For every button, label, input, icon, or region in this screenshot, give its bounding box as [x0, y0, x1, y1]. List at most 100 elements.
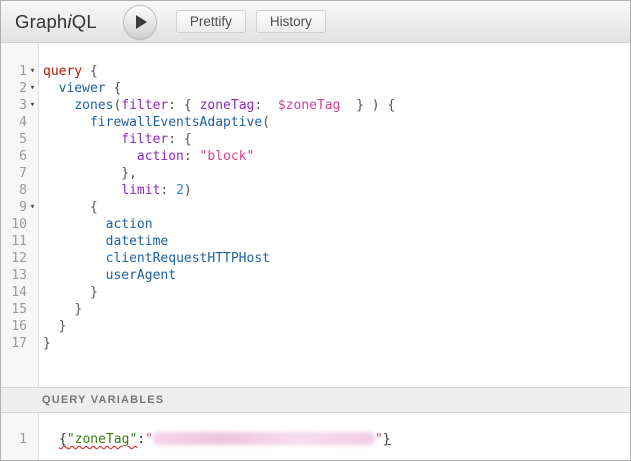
code-token: viewer — [59, 81, 106, 96]
line-number: 8 — [1, 182, 27, 199]
line-number: 6 — [1, 148, 27, 165]
code-text: action — [38, 216, 630, 233]
code-token: " — [145, 432, 153, 447]
code-line[interactable]: 3▾ zones(filter: { zoneTag: $zoneTag } )… — [1, 97, 630, 114]
fold-gutter — [27, 250, 38, 267]
code-token: } — [43, 336, 51, 351]
fold-gutter — [27, 165, 38, 182]
line-number: 3 — [1, 97, 27, 114]
code-token — [192, 149, 200, 164]
line-number: 9 — [1, 199, 27, 216]
prettify-button[interactable]: Prettify — [176, 10, 246, 33]
code-line[interactable]: 14 } — [1, 284, 630, 301]
history-button[interactable]: History — [256, 10, 326, 33]
code-token: : — [254, 98, 262, 113]
code-text: clientRequestHTTPHost — [38, 250, 630, 267]
variables-editor[interactable]: 1{"zoneTag":""} — [1, 413, 630, 460]
code-token — [340, 98, 356, 113]
code-token — [43, 251, 106, 266]
code-token: } — [90, 285, 98, 300]
code-line[interactable]: 9▾ { — [1, 199, 630, 216]
fold-gutter — [27, 114, 38, 131]
code-token: } — [356, 98, 364, 113]
code-line[interactable]: 17} — [1, 335, 630, 352]
code-token: limit — [121, 183, 160, 198]
code-text: viewer { — [38, 80, 630, 97]
code-line[interactable]: 15 } — [1, 301, 630, 318]
code-token: ) — [372, 98, 380, 113]
fold-arrow-icon[interactable]: ▾ — [27, 199, 38, 216]
code-line[interactable]: 7 }, — [1, 165, 630, 182]
code-token: } — [59, 319, 67, 334]
line-number: 4 — [1, 114, 27, 131]
code-text: }, — [38, 165, 630, 182]
code-token — [176, 132, 184, 147]
code-token — [43, 149, 137, 164]
code-token: { — [113, 81, 121, 96]
fold-gutter — [27, 216, 38, 233]
code-text: limit: 2) — [38, 182, 630, 199]
code-token: $zoneTag — [278, 98, 341, 113]
code-token: filter — [121, 132, 168, 147]
code-token: ) — [184, 183, 192, 198]
line-number: 13 — [1, 267, 27, 284]
code-token: userAgent — [106, 268, 176, 283]
execute-query-button[interactable] — [123, 5, 157, 39]
fold-gutter — [27, 301, 38, 318]
code-token: }, — [121, 166, 137, 181]
code-token: "block" — [200, 149, 255, 164]
code-token: zoneTag — [200, 98, 255, 113]
fold-arrow-icon[interactable]: ▾ — [27, 80, 38, 97]
code-text: action: "block" — [38, 148, 630, 165]
code-text: } — [38, 284, 630, 301]
play-icon — [136, 15, 147, 29]
code-line[interactable]: 1▾query { — [1, 63, 630, 80]
code-line[interactable]: 5 filter: { — [1, 131, 630, 148]
fold-gutter — [27, 267, 38, 284]
code-line[interactable]: 8 limit: 2) — [1, 182, 630, 199]
code-text: zones(filter: { zoneTag: $zoneTag } ) { — [38, 97, 630, 114]
line-number: 15 — [1, 301, 27, 318]
code-line[interactable]: 4 firewallEventsAdaptive( — [1, 114, 630, 131]
line-number: 2 — [1, 80, 27, 97]
code-text: datetime — [38, 233, 630, 250]
code-token: { — [90, 64, 98, 79]
variables-title-bar[interactable]: QUERY VARIABLES — [1, 387, 630, 413]
code-line[interactable]: 6 action: "block" — [1, 148, 630, 165]
code-token: { — [184, 98, 192, 113]
logo-text-post: QL — [72, 11, 97, 32]
code-text: } — [38, 318, 630, 335]
code-token — [43, 217, 106, 232]
code-token: firewallEventsAdaptive — [90, 115, 262, 130]
code-token — [43, 302, 74, 317]
code-token: : — [184, 149, 192, 164]
code-text: } — [38, 301, 630, 318]
redacted-value — [153, 432, 375, 445]
code-token: ( — [262, 115, 270, 130]
code-token — [43, 132, 121, 147]
code-token — [168, 183, 176, 198]
code-line[interactable]: 11 datetime — [1, 233, 630, 250]
fold-gutter — [27, 131, 38, 148]
code-line[interactable]: 13 userAgent — [1, 267, 630, 284]
line-number: 1 — [1, 431, 27, 448]
code-line[interactable]: 2▾ viewer { — [1, 80, 630, 97]
fold-gutter — [27, 233, 38, 250]
line-number: 14 — [1, 284, 27, 301]
code-line[interactable]: 12 clientRequestHTTPHost — [1, 250, 630, 267]
code-line[interactable]: 16 } — [1, 318, 630, 335]
code-line[interactable]: 10 action — [1, 216, 630, 233]
code-line[interactable]: 1{"zoneTag":""} — [1, 431, 630, 448]
fold-gutter — [27, 431, 38, 448]
code-token: { — [59, 432, 67, 447]
code-token: action — [137, 149, 184, 164]
code-token: : — [137, 432, 145, 447]
fold-arrow-icon[interactable]: ▾ — [27, 97, 38, 114]
code-token: "zoneTag" — [67, 432, 137, 447]
code-token — [43, 166, 121, 181]
query-editor[interactable]: 1▾query {2▾ viewer {3▾ zones(filter: { z… — [1, 43, 630, 387]
fold-arrow-icon[interactable]: ▾ — [27, 63, 38, 80]
code-token — [43, 268, 106, 283]
code-text: filter: { — [38, 131, 630, 148]
code-text: query { — [38, 63, 630, 80]
